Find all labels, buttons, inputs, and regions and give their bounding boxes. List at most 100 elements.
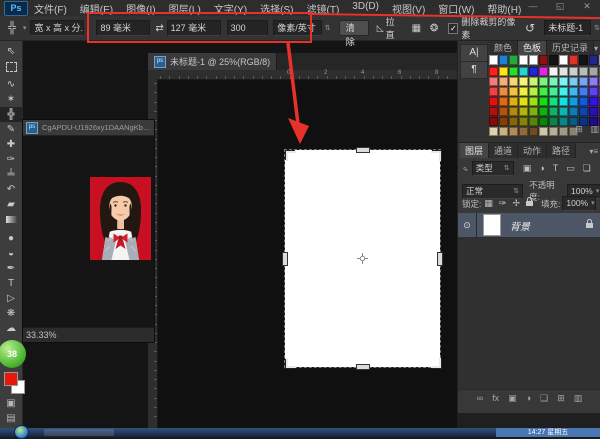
paragraph-panel-icon[interactable]: ¶ — [460, 61, 488, 79]
menu-item[interactable]: 图层(L) — [169, 1, 201, 16]
tool-preset-arrow[interactable]: ▾ — [23, 24, 27, 32]
swatch[interactable] — [569, 87, 578, 96]
swatch[interactable] — [559, 107, 568, 116]
swatch[interactable] — [509, 67, 518, 76]
swatch[interactable] — [499, 97, 508, 106]
swatch[interactable] — [559, 87, 568, 96]
swatch[interactable] — [489, 87, 498, 96]
swatch[interactable] — [499, 87, 508, 96]
menu-item[interactable]: 视图(V) — [392, 1, 425, 16]
menu-item[interactable]: 图像(I) — [126, 1, 155, 16]
menu-item[interactable]: 编辑(E) — [80, 1, 113, 16]
new-swatch-icon[interactable]: ⊞ — [575, 124, 583, 134]
swatch[interactable] — [529, 87, 538, 96]
layer-row-background[interactable]: ⊙ 背景 — [458, 213, 600, 237]
floating-window-titlebar[interactable]: ps CgAPDU-U1926xy1DAANgKbgbhHc... — [23, 120, 154, 136]
type-tool[interactable]: T — [0, 276, 22, 291]
swatch[interactable] — [579, 97, 588, 106]
add-mask-icon[interactable]: ▣ — [508, 393, 517, 404]
swatch[interactable] — [579, 67, 588, 76]
crop-tool[interactable]: ╬ — [0, 107, 22, 122]
swatch[interactable] — [529, 67, 538, 76]
swatch[interactable] — [539, 87, 548, 96]
swatch[interactable] — [519, 77, 528, 86]
resolution-unit-select[interactable]: 像素/英寸 — [273, 20, 322, 36]
swatch[interactable] — [489, 97, 498, 106]
swatch[interactable] — [529, 107, 538, 116]
swatch[interactable] — [509, 97, 518, 106]
swatch[interactable] — [579, 107, 588, 116]
crop-preset-select[interactable]: 宽 x 高 x 分... — [30, 20, 84, 36]
menu-item[interactable]: 窗口(W) — [438, 1, 474, 16]
swatch[interactable] — [549, 67, 558, 76]
restore-button[interactable]: ◱ — [553, 1, 567, 12]
swatch[interactable] — [539, 55, 548, 65]
tab-图层[interactable]: 图层 — [460, 143, 489, 158]
swatch[interactable] — [509, 55, 518, 65]
swatch[interactable] — [539, 67, 548, 76]
foreground-color-swatch[interactable] — [4, 372, 18, 386]
tab-路径[interactable]: 路径 — [547, 143, 576, 158]
swatch[interactable] — [489, 77, 498, 86]
hand-tool[interactable]: ☁ — [0, 321, 22, 336]
crop-handle-bottom-left[interactable] — [286, 358, 296, 368]
crop-height-input[interactable]: 127 毫米 — [167, 20, 221, 36]
layer-style-icon[interactable]: fx — [492, 393, 499, 403]
swatch[interactable] — [529, 77, 538, 86]
swatch[interactable] — [549, 77, 558, 86]
lock-all-icon[interactable] — [526, 201, 533, 206]
reset-crop-icon[interactable]: ↺ — [525, 21, 535, 35]
menu-item[interactable]: 选择(S) — [260, 1, 293, 16]
swatch[interactable] — [569, 107, 578, 116]
crop-handle-bottom[interactable] — [356, 364, 370, 370]
crop-width-input[interactable]: 89 毫米 — [96, 20, 150, 36]
layer-visibility-eye-icon[interactable]: ⊙ — [458, 213, 477, 237]
tab-颜色[interactable]: 颜色 — [489, 40, 518, 55]
swatch[interactable] — [569, 97, 578, 106]
swatch[interactable] — [509, 87, 518, 96]
swatch[interactable] — [539, 107, 548, 116]
straighten-label[interactable]: 拉直 — [386, 15, 402, 41]
filter-adjustment-layers-icon[interactable]: ◑ — [539, 163, 544, 174]
swatch[interactable] — [519, 97, 528, 106]
lasso-tool[interactable]: ∿ — [0, 77, 22, 92]
blur-tool[interactable]: ● — [0, 231, 22, 246]
swatch[interactable] — [529, 55, 538, 65]
swatch[interactable] — [519, 67, 528, 76]
swatch[interactable] — [559, 67, 568, 76]
lock-transparency-icon[interactable]: ▦ — [484, 198, 493, 209]
swatch[interactable] — [569, 67, 578, 76]
layer-name[interactable]: 背景 — [510, 218, 586, 233]
swatch[interactable] — [559, 55, 568, 65]
swatch[interactable] — [519, 107, 528, 116]
new-layer-icon[interactable]: ⊞ — [557, 393, 565, 404]
swatch[interactable] — [569, 77, 578, 86]
filter-smart-objects-icon[interactable]: ❏ — [583, 163, 591, 174]
swatch[interactable] — [509, 77, 518, 86]
quick-mask-button[interactable]: ▣ — [0, 398, 22, 409]
crop-handle-bottom-right[interactable] — [431, 358, 441, 368]
zoom-level[interactable]: 33.33% — [26, 330, 57, 340]
minimize-button[interactable]: — — [526, 1, 540, 12]
unit-select-arrows[interactable]: ⇅ — [325, 24, 331, 32]
swatch[interactable] — [509, 107, 518, 116]
delete-cropped-label[interactable]: 删除裁剪的像素 — [461, 15, 517, 41]
tab-历史记录[interactable]: 历史记录 — [547, 40, 594, 55]
menu-item[interactable]: 文字(Y) — [214, 1, 247, 16]
crop-handle-top[interactable] — [356, 147, 370, 153]
pen-tool[interactable]: ✒ — [0, 261, 22, 276]
filter-type-layers-icon[interactable]: T — [553, 163, 559, 174]
menu-item[interactable]: 3D(D) — [352, 1, 379, 16]
document-tab[interactable]: ps 未标题-1 @ 25%(RGB/8) — [148, 53, 277, 70]
eraser-tool[interactable]: ▰ — [0, 197, 22, 212]
swatch[interactable] — [549, 55, 558, 65]
new-group-icon[interactable]: ❏ — [540, 393, 548, 404]
swatch[interactable] — [589, 97, 598, 106]
swatches-panel-menu-icon[interactable]: ▾ — [594, 44, 598, 53]
swatch[interactable] — [539, 97, 548, 106]
layer-thumbnail[interactable] — [483, 214, 501, 236]
clear-button[interactable]: 清除 — [339, 20, 369, 36]
swatch[interactable] — [589, 67, 598, 76]
tab-色板[interactable]: 色板 — [518, 40, 547, 55]
tab-动作[interactable]: 动作 — [518, 143, 547, 158]
